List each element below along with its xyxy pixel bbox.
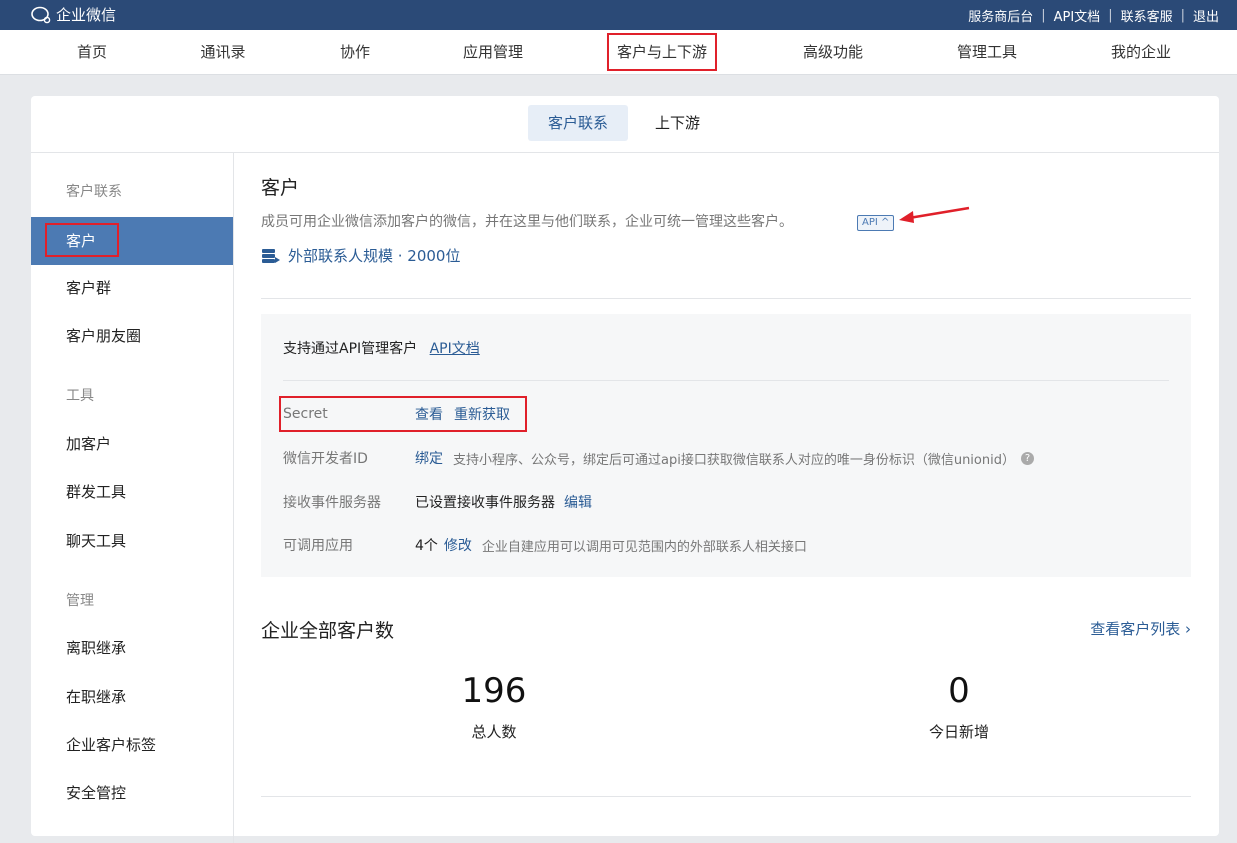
main-nav: 首页 通讯录 协作 应用管理 客户与上下游 高级功能 管理工具 我的企业	[0, 30, 1237, 75]
sidebar: 客户联系 客户 客户群 客户朋友圈 工具 加客户 群发工具 聊天工具 管理 离职…	[31, 153, 234, 843]
callable-apps-row: 可调用应用 4个 修改 企业自建应用可以调用可见范围内的外部联系人相关接口	[283, 535, 807, 555]
annotation-arrow-icon	[899, 206, 970, 223]
nav-home[interactable]: 首页	[77, 30, 107, 74]
sidebar-group-tools: 工具	[66, 388, 94, 404]
nav-collaboration[interactable]: 协作	[340, 30, 370, 74]
brand-name: 企业微信	[56, 6, 117, 24]
top-bar: 企业微信 服务商后台 | API文档 | 联系客服 | 退出	[0, 0, 1237, 30]
sidebar-item-security[interactable]: 安全管控	[66, 782, 126, 803]
page-description: 成员可用企业微信添加客户的微信，并在这里与他们联系，企业可统一管理这些客户。	[261, 214, 793, 230]
top-links: 服务商后台 | API文档 | 联系客服 | 退出	[968, 6, 1219, 25]
divider	[261, 298, 1191, 299]
secret-row: Secret 查看 重新获取	[283, 404, 510, 424]
sidebar-item-customer-group[interactable]: 客户群	[66, 277, 111, 298]
divider: |	[1180, 8, 1185, 23]
stats-title: 企业全部客户数	[261, 620, 395, 642]
divider	[283, 380, 1169, 381]
nav-contacts[interactable]: 通讯录	[200, 30, 245, 74]
event-server-edit-link[interactable]: 编辑	[564, 492, 592, 512]
nav-my-company[interactable]: 我的企业	[1111, 30, 1171, 74]
sub-tabs: 客户联系 上下游	[31, 96, 1219, 153]
wework-logo-icon	[31, 6, 51, 23]
sidebar-item-label: 客户	[45, 223, 119, 257]
sidebar-item-chat-tools[interactable]: 聊天工具	[66, 530, 126, 551]
api-toggle-badge[interactable]: API ^	[857, 215, 895, 231]
new-today-stat: 0 今日新增	[929, 671, 989, 742]
callable-apps-edit-link[interactable]: 修改	[444, 535, 472, 555]
secret-label: Secret	[283, 406, 328, 422]
nav-customers-upstream[interactable]: 客户与上下游	[606, 30, 718, 74]
divider: |	[1108, 8, 1113, 23]
api-doc-inline-link[interactable]: API文档	[430, 341, 480, 357]
sidebar-item-mass-send[interactable]: 群发工具	[66, 481, 126, 502]
tab-customer-contact[interactable]: 客户联系	[528, 105, 629, 141]
devid-row: 微信开发者ID 绑定 支持小程序、公众号，绑定后可通过api接口获取微信联系人对…	[283, 448, 1034, 468]
view-customer-list-link[interactable]: 查看客户列表 ›	[1090, 618, 1191, 639]
total-customers-number: 196	[461, 671, 527, 711]
api-panel: 支持通过API管理客户 API文档 Secret 查看 重新获取 微信开发者ID…	[261, 314, 1191, 577]
sidebar-item-customer[interactable]: 客户	[31, 217, 233, 265]
logout-link[interactable]: 退出	[1193, 6, 1219, 25]
tab-upstream-downstream[interactable]: 上下游	[635, 105, 720, 141]
callable-apps-label: 可调用应用	[283, 538, 353, 554]
devid-bind-link[interactable]: 绑定	[415, 448, 443, 468]
contact-support-link[interactable]: 联系客服	[1121, 6, 1173, 25]
api-panel-title: 支持通过API管理客户	[283, 341, 418, 357]
page-title: 客户	[261, 177, 300, 199]
new-today-number: 0	[948, 671, 970, 711]
divider: |	[1041, 8, 1046, 23]
total-customers-label: 总人数	[471, 723, 517, 741]
nav-customers-upstream-label: 客户与上下游	[606, 33, 718, 71]
help-icon[interactable]: ?	[1020, 451, 1034, 465]
devid-note: 支持小程序、公众号，绑定后可通过api接口获取微信联系人对应的唯一身份标识（微信…	[453, 452, 1015, 468]
secret-view-link[interactable]: 查看	[415, 404, 443, 424]
main-card: 客户联系 上下游 客户联系 客户 客户群 客户朋友圈 工具 加客户 群发工具 聊…	[31, 96, 1219, 843]
api-doc-link[interactable]: API文档	[1054, 6, 1101, 25]
contact-scale-text: 外部联系人规模 · 2000位	[288, 247, 461, 265]
event-server-label: 接收事件服务器	[283, 495, 381, 511]
event-server-row: 接收事件服务器 已设置接收事件服务器 编辑	[283, 492, 592, 512]
database-icon	[262, 248, 280, 263]
secret-refresh-link[interactable]: 重新获取	[454, 404, 510, 424]
sidebar-item-resigned-transfer[interactable]: 离职继承	[66, 637, 126, 658]
contact-scale[interactable]: 外部联系人规模 · 2000位	[261, 245, 460, 266]
callable-apps-count: 4个	[415, 538, 438, 554]
nav-advanced[interactable]: 高级功能	[803, 30, 863, 74]
event-server-value: 已设置接收事件服务器	[415, 495, 555, 511]
sidebar-item-add-customer[interactable]: 加客户	[66, 433, 111, 454]
sidebar-item-customer-tags[interactable]: 企业客户标签	[66, 734, 156, 755]
callable-apps-note: 企业自建应用可以调用可见范围内的外部联系人相关接口	[481, 539, 807, 555]
sidebar-group-customer-contact: 客户联系	[66, 184, 122, 200]
new-today-label: 今日新增	[928, 723, 990, 741]
brand-logo[interactable]: 企业微信	[30, 4, 116, 25]
service-provider-link[interactable]: 服务商后台	[968, 6, 1033, 25]
sidebar-item-moments[interactable]: 客户朋友圈	[66, 325, 141, 346]
sidebar-item-onjob-transfer[interactable]: 在职继承	[66, 686, 126, 707]
total-customers-stat: 196 总人数	[462, 671, 527, 742]
divider	[261, 796, 1191, 797]
nav-app-management[interactable]: 应用管理	[463, 30, 523, 74]
api-panel-head: 支持通过API管理客户 API文档	[283, 338, 480, 358]
sidebar-group-manage: 管理	[66, 593, 94, 609]
devid-label: 微信开发者ID	[283, 451, 368, 467]
nav-manage-tools[interactable]: 管理工具	[957, 30, 1017, 74]
